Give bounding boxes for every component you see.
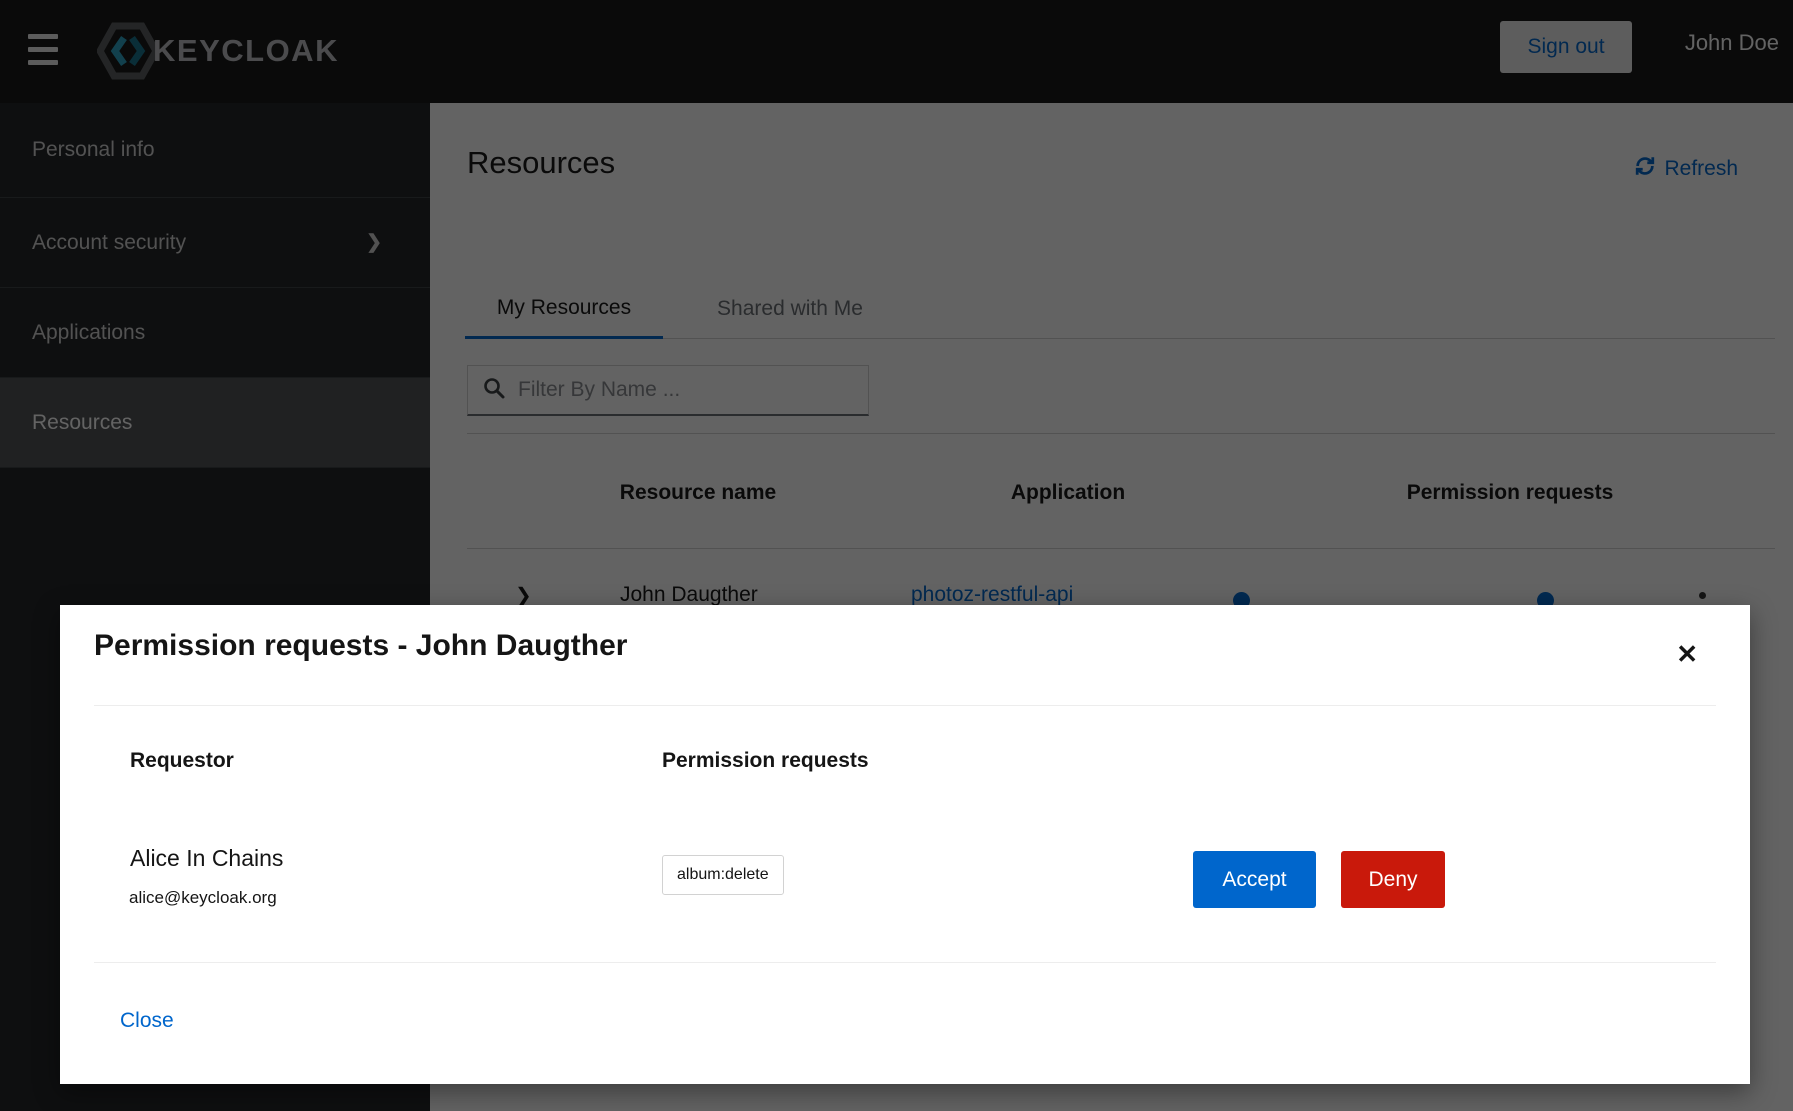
- close-link[interactable]: Close: [120, 1009, 174, 1033]
- deny-button[interactable]: Deny: [1341, 851, 1445, 908]
- modal-footer-divider: [94, 962, 1716, 963]
- app: KEYCLOAK Sign out John Doe Personal info…: [0, 0, 1793, 1111]
- requestor-name: Alice In Chains: [130, 845, 283, 872]
- modal-title-divider: [94, 705, 1716, 706]
- scope-badge: album:delete: [662, 855, 784, 895]
- close-icon[interactable]: ✕: [1676, 641, 1698, 667]
- accept-button[interactable]: Accept: [1193, 851, 1316, 908]
- permission-requests-modal: Permission requests - John Daugther ✕ Re…: [60, 605, 1750, 1084]
- modal-title: Permission requests - John Daugther: [94, 629, 627, 663]
- modal-column-requestor: Requestor: [130, 749, 234, 773]
- requestor-email: alice@keycloak.org: [129, 888, 277, 908]
- modal-column-permission-requests: Permission requests: [662, 749, 869, 773]
